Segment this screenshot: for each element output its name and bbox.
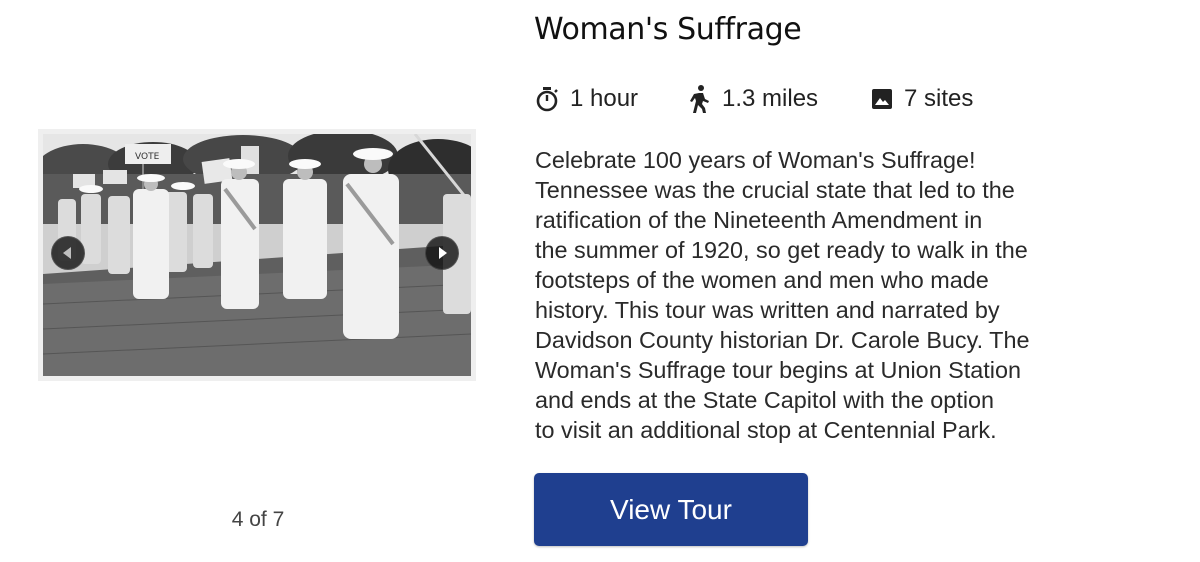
carousel-next-button[interactable]: [425, 236, 459, 270]
chevron-left-icon: [63, 247, 71, 259]
chevron-right-icon: [439, 247, 447, 259]
stopwatch-icon: [534, 86, 560, 112]
tour-description: Celebrate 100 years of Woman's Suffrage!…: [535, 147, 1030, 443]
duration-info: 1 hour: [534, 85, 688, 113]
distance-info: 1.3 miles: [688, 84, 870, 114]
sign-text: VOTE: [135, 152, 160, 162]
duration-text: 1 hour: [570, 85, 639, 112]
carousel-counter: 4 of 7: [231, 508, 285, 531]
distance-text: 1.3 miles: [722, 85, 819, 112]
sites-text: 7 sites: [904, 85, 974, 112]
carousel-prev-button[interactable]: [51, 236, 85, 270]
sites-info: 7 sites: [870, 85, 973, 113]
photo-carousel: VOTE: [38, 129, 476, 381]
view-tour-button[interactable]: View Tour: [534, 473, 808, 546]
image-icon: [870, 87, 894, 111]
tour-title: Woman's Suffrage: [534, 12, 802, 47]
carousel-photo: VOTE: [43, 134, 471, 376]
walking-person-icon: [688, 84, 712, 114]
tour-card: VOTE 4 of 7 Woman's Suffrage 1 hour 1.3 …: [0, 0, 1200, 562]
tour-meta: 1 hour 1.3 miles 7 sites: [534, 82, 973, 116]
